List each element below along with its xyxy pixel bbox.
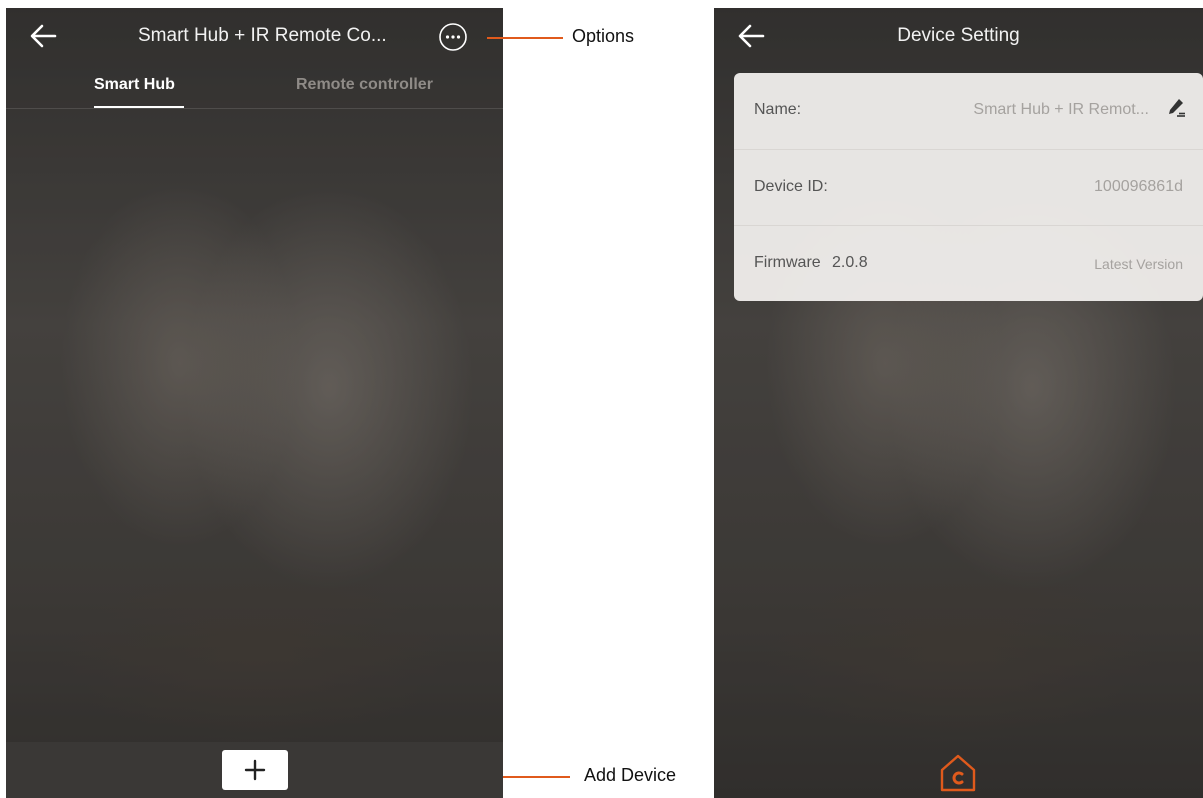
plus-icon (244, 759, 266, 781)
device-setting-screen: Device Setting Name: Smart Hub + IR Remo… (714, 8, 1203, 798)
firmware-label: Firmware (754, 254, 821, 271)
firmware-status: Latest Version (1094, 256, 1183, 272)
name-label: Name: (754, 101, 802, 118)
firmware-row: Firmware 2.0.8 Latest Version (734, 225, 1203, 302)
tab-bar: Smart Hub Remote controller (6, 68, 503, 109)
page-title: Device Setting (897, 25, 1020, 46)
add-device-callout-label: Add Device (584, 765, 677, 785)
firmware-version: 2.0.8 (832, 254, 868, 271)
back-arrow-icon[interactable] (28, 22, 58, 50)
edit-icon[interactable] (1165, 97, 1187, 119)
add-device-button[interactable] (222, 750, 288, 790)
bottom-bar (6, 742, 503, 798)
home-logo-icon (940, 754, 976, 792)
device-id-value: 100096861d (1094, 178, 1183, 195)
page-title: Smart Hub + IR Remote Co... (138, 25, 387, 46)
tab-smart-hub[interactable]: Smart Hub (94, 76, 175, 94)
left-top-bar: Smart Hub + IR Remote Co... (6, 8, 503, 68)
smart-hub-screen: Smart Hub + IR Remote Co... Smart Hub Re… (6, 8, 503, 798)
more-options-icon[interactable] (438, 22, 468, 52)
right-top-bar: Device Setting (714, 8, 1203, 68)
device-name-row[interactable]: Name: Smart Hub + IR Remot... (734, 73, 1203, 149)
device-id-label: Device ID: (754, 178, 828, 195)
tab-remote-controller[interactable]: Remote controller (296, 76, 433, 94)
device-id-row: Device ID: 100096861d (734, 149, 1203, 226)
tab-divider (6, 108, 503, 109)
device-name-value: Smart Hub + IR Remot... (973, 101, 1149, 118)
options-callout-label: Options (572, 26, 635, 46)
device-info-card: Name: Smart Hub + IR Remot... Device ID:… (734, 73, 1203, 301)
